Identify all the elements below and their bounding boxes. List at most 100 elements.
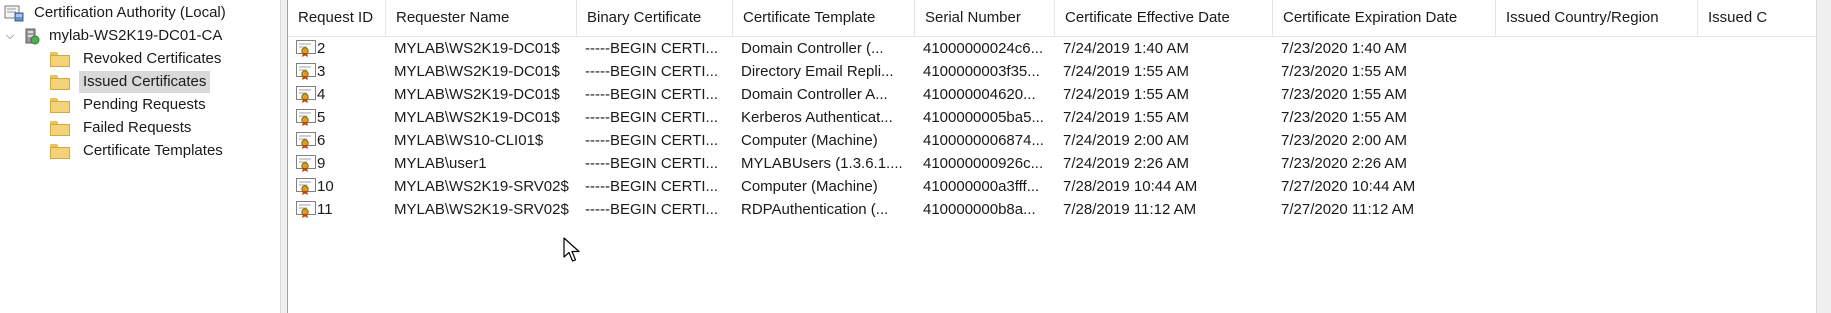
column-header-effective-date[interactable]: Certificate Effective Date [1055, 0, 1273, 36]
request-id-cell: 11 [317, 201, 333, 218]
serial-number-cell: 410000000926c... [923, 155, 1044, 172]
tree-item-label: Failed Requests [83, 119, 192, 136]
folder-icon [50, 51, 70, 67]
certificate-icon [296, 40, 318, 57]
binary-certificate-cell: -----BEGIN CERTI... [585, 40, 719, 57]
binary-certificate-cell: -----BEGIN CERTI... [585, 109, 719, 126]
serial-number-cell: 41000000024c6... [923, 40, 1044, 57]
requester-name-cell: MYLAB\WS2K19-DC01$ [394, 109, 560, 126]
effective-date-cell: 7/24/2019 2:26 AM [1063, 155, 1189, 172]
console-tree: Certification Authority (Local) ⌵ mylab-… [0, 0, 280, 313]
table-row[interactable]: 6 MYLAB\WS10-CLI01$ -----BEGIN CERTI... Com… [288, 128, 1816, 153]
tree-item-ca[interactable]: ⌵ mylab-WS2K19-DC01-CA [4, 24, 226, 48]
expiration-date-cell: 7/27/2020 11:12 AM [1281, 201, 1415, 218]
tree-item-label: Pending Requests [83, 96, 206, 113]
binary-certificate-cell: -----BEGIN CERTI... [585, 178, 719, 195]
expiration-date-cell: 7/27/2020 10:44 AM [1281, 178, 1416, 195]
requester-name-cell: MYLAB\WS2K19-DC01$ [394, 40, 560, 57]
column-header-requester-name[interactable]: Requester Name [386, 0, 577, 36]
expiration-date-cell: 7/23/2020 1:40 AM [1281, 40, 1407, 57]
certificate-icon [296, 155, 318, 172]
binary-certificate-cell: -----BEGIN CERTI... [585, 132, 719, 149]
effective-date-cell: 7/24/2019 1:55 AM [1063, 109, 1189, 126]
serial-number-cell: 4100000003f35... [923, 63, 1040, 80]
sidebar-item-pending-requests[interactable]: Pending Requests [50, 93, 210, 117]
effective-date-cell: 7/24/2019 2:00 AM [1063, 132, 1189, 149]
certificate-icon [296, 132, 318, 149]
certificate-icon [296, 109, 318, 126]
table-row[interactable]: 4 MYLAB\WS2K19-DC01$ -----BEGIN CERTI... Do… [288, 82, 1816, 107]
certificate-template-cell: Domain Controller A... [741, 86, 888, 103]
certificate-icon [296, 86, 318, 103]
table-row[interactable]: 5 MYLAB\WS2K19-DC01$ -----BEGIN CERTI... Ke… [288, 105, 1816, 130]
effective-date-cell: 7/28/2019 11:12 AM [1063, 201, 1197, 218]
certificate-icon [296, 178, 318, 195]
vertical-scrollbar[interactable] [1816, 0, 1831, 313]
request-id-cell: 3 [317, 63, 326, 80]
request-id-cell: 9 [317, 155, 326, 172]
certificate-template-cell: Domain Controller (... [741, 40, 884, 57]
folder-icon [50, 120, 70, 136]
certificate-template-cell: RDPAuthentication (... [741, 201, 889, 218]
certificate-authority-icon [4, 4, 24, 22]
sidebar-item-failed-requests[interactable]: Failed Requests [50, 116, 195, 140]
pane-splitter[interactable] [280, 0, 288, 313]
table-row[interactable]: 10 MYLAB\WS2K19-SRV02$ -----BEGIN CERTI...… [288, 174, 1816, 199]
tree-item-label: Issued Certificates [79, 71, 211, 93]
table-row[interactable]: 11 MYLAB\WS2K19-SRV02$ -----BEGIN CERTI...… [288, 197, 1816, 222]
serial-number-cell: 4100000005ba5... [923, 109, 1044, 126]
binary-certificate-cell: -----BEGIN CERTI... [585, 201, 719, 218]
sidebar-item-certificate-templates[interactable]: Certificate Templates [50, 139, 227, 163]
requester-name-cell: MYLAB\WS2K19-SRV02$ [394, 201, 569, 218]
expiration-date-cell: 7/23/2020 1:55 AM [1281, 86, 1407, 103]
certificate-icon [296, 63, 318, 80]
request-id-cell: 2 [317, 40, 326, 57]
column-header-binary-certificate[interactable]: Binary Certificate [577, 0, 733, 36]
folder-icon [50, 97, 70, 113]
column-header-issued-country-region[interactable]: Issued Country/Region [1496, 0, 1698, 36]
certificate-icon [296, 201, 318, 218]
tree-root-label: Certification Authority (Local) [34, 4, 226, 21]
expiration-date-cell: 7/23/2020 1:55 AM [1281, 63, 1407, 80]
folder-icon [50, 74, 70, 90]
sidebar-item-issued-certificates[interactable]: Issued Certificates [50, 70, 211, 94]
binary-certificate-cell: -----BEGIN CERTI... [585, 86, 719, 103]
column-header-certificate-template[interactable]: Certificate Template [733, 0, 915, 36]
tree-item-label: Certificate Templates [83, 142, 223, 159]
tree-item-label: Revoked Certificates [83, 50, 222, 67]
tree-ca-label: mylab-WS2K19-DC01-CA [49, 27, 223, 44]
table-row[interactable]: 9 MYLAB\user1 -----BEGIN CERTI... MYLABUser… [288, 151, 1816, 176]
requester-name-cell: MYLAB\user1 [394, 155, 487, 172]
column-header-serial-number[interactable]: Serial Number [915, 0, 1055, 36]
certificate-template-cell: MYLABUsers (1.3.6.1.... [741, 155, 903, 172]
request-id-cell: 5 [317, 109, 326, 126]
ca-server-icon [22, 27, 40, 45]
binary-certificate-cell: -----BEGIN CERTI... [585, 63, 719, 80]
column-header-expiration-date[interactable]: Certificate Expiration Date [1273, 0, 1496, 36]
request-id-cell: 6 [317, 132, 326, 149]
column-header-request-id[interactable]: Request ID [288, 0, 386, 36]
requester-name-cell: MYLAB\WS2K19-DC01$ [394, 86, 560, 103]
table-row[interactable]: 2 MYLAB\WS2K19-DC01$ -----BEGIN CERTI... Do… [288, 36, 1816, 61]
list-header: Request ID Requester Name Binary Certifi… [288, 0, 1816, 37]
expiration-date-cell: 7/23/2020 1:55 AM [1281, 109, 1407, 126]
certificate-template-cell: Kerberos Authenticat... [741, 109, 893, 126]
chevron-down-icon[interactable]: ⌵ [4, 30, 16, 43]
serial-number-cell: 410000004620... [923, 86, 1036, 103]
serial-number-cell: 410000000b8a... [923, 201, 1036, 218]
tree-root-certification-authority[interactable]: Certification Authority (Local) [4, 1, 230, 25]
folder-icon [50, 143, 70, 159]
requester-name-cell: MYLAB\WS2K19-SRV02$ [394, 178, 569, 195]
effective-date-cell: 7/28/2019 10:44 AM [1063, 178, 1198, 195]
column-header-issued-c[interactable]: Issued C [1698, 0, 1816, 36]
effective-date-cell: 7/24/2019 1:40 AM [1063, 40, 1189, 57]
certificate-template-cell: Directory Email Repli... [741, 63, 894, 80]
certificates-list: Request ID Requester Name Binary Certifi… [288, 0, 1816, 313]
certificate-template-cell: Computer (Machine) [741, 132, 878, 149]
effective-date-cell: 7/24/2019 1:55 AM [1063, 86, 1189, 103]
certificate-template-cell: Computer (Machine) [741, 178, 878, 195]
table-row[interactable]: 3 MYLAB\WS2K19-DC01$ -----BEGIN CERTI... Di… [288, 59, 1816, 84]
serial-number-cell: 410000000a3fff... [923, 178, 1040, 195]
request-id-cell: 10 [317, 178, 334, 195]
sidebar-item-revoked-certificates[interactable]: Revoked Certificates [50, 47, 225, 71]
